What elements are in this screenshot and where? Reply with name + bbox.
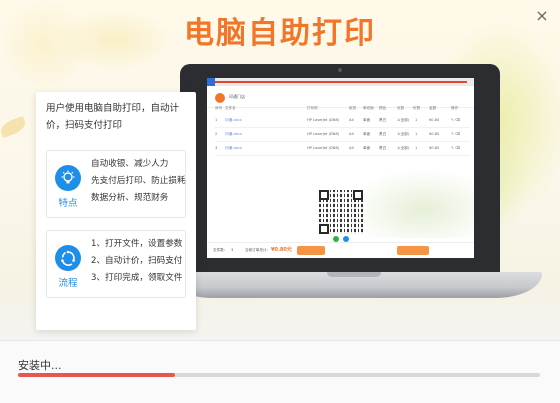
- edit-icon[interactable]: ✎ ⌫: [451, 146, 460, 150]
- side-mode: 单面: [363, 146, 371, 150]
- info-card: 用户使用电脑自助打印，自动计价，扫码支付打印 特点 自动收银、减少人力 先支付后…: [36, 92, 196, 330]
- features-list: 自动收银、减少人力 先支付后打印、防止损耗 数据分析、规范财务: [91, 156, 187, 207]
- progress-bar: [18, 373, 540, 377]
- screen-progress-bar: [207, 81, 467, 83]
- row-amount: ¥0.80: [429, 132, 440, 136]
- page-count: 1(全部): [397, 118, 410, 122]
- taskbar-icon: [207, 78, 215, 86]
- qr-code-icon: [319, 190, 363, 234]
- column-header: 单双面: [363, 106, 374, 110]
- table-row[interactable]: 2 印通.docx HP LaserJet (DN8) A4 单面 黑白 1(全…: [215, 128, 470, 142]
- screen-print-button[interactable]: [397, 246, 429, 255]
- process-line: 2、自动计价，扫码支付: [91, 256, 183, 266]
- table-row[interactable]: 1 印通.docx HP LaserJet (DN8) A4 单面 黑白 1(全…: [215, 114, 470, 128]
- app-logo-icon: [215, 93, 225, 103]
- paper-size: A4: [349, 146, 354, 150]
- feature-line: 先支付后打印、防止损耗: [91, 176, 186, 186]
- column-header: 金额: [429, 106, 437, 110]
- row-amount: ¥0.80: [429, 118, 440, 122]
- total-price: ¥0.80元: [271, 247, 292, 253]
- features-label: 特点: [58, 198, 78, 209]
- page-title: 电脑自助打印: [184, 16, 376, 51]
- paper-size: A4: [349, 118, 354, 122]
- printer-name: HP LaserJet (DN8): [307, 132, 340, 136]
- column-header: 纸张: [349, 106, 357, 110]
- process-list: 1、打开文件，设置参数 2、自动计价，扫码支付 3、打印完成，领取文件: [91, 236, 187, 287]
- copy-count: 1: [415, 118, 418, 122]
- total-label: 当前订单总计：: [245, 248, 271, 252]
- screen-order-bar: 文件数： 3 当前订单总计： ¥0.80元: [207, 242, 474, 258]
- column-header: 打印机: [307, 106, 318, 110]
- paper-size: A4: [349, 132, 354, 136]
- laptop-base: [166, 272, 542, 298]
- copy-count: 1: [415, 146, 418, 150]
- file-name: 印通.docx: [225, 146, 242, 150]
- column-header: 颜色: [379, 106, 387, 110]
- page-count: 1(全部): [397, 132, 410, 136]
- column-header: 份数: [413, 106, 421, 110]
- camera-dot: [338, 68, 342, 72]
- side-mode: 单面: [363, 118, 371, 122]
- feature-line: 自动收银、减少人力: [91, 159, 169, 169]
- screen-app-name: 印通门店: [229, 94, 245, 99]
- file-count: 3: [231, 248, 234, 252]
- lightbulb-icon: [55, 165, 81, 191]
- file-name: 印通.docx: [225, 132, 242, 136]
- side-mode: 单面: [363, 132, 371, 136]
- installer-window: × 电脑自助打印 印通门店 序号 文件名 打印机 纸张 单双面 颜色 页数 份数…: [0, 0, 560, 403]
- table-row[interactable]: 3 印通.docx HP LaserJet (DN8) A4 单面 黑白 1(全…: [215, 142, 470, 156]
- process-line: 3、打印完成，领取文件: [91, 273, 183, 283]
- process-line: 1、打开文件，设置参数: [91, 239, 183, 249]
- column-header: 操作: [451, 106, 459, 110]
- column-header: 文件名: [225, 106, 236, 110]
- card-intro-text: 用户使用电脑自助打印，自动计价，扫码支付打印: [46, 103, 180, 131]
- column-header: 页数: [397, 106, 405, 110]
- screen-taskbar: [207, 78, 474, 86]
- page-count: 1(全部): [397, 146, 410, 150]
- features-panel: 特点 自动收银、减少人力 先支付后打印、防止损耗 数据分析、规范财务: [46, 150, 186, 218]
- color-mode: 黑白: [379, 132, 387, 136]
- row-number: 3: [215, 146, 218, 150]
- leaf-decoration: [0, 115, 28, 139]
- screen-pay-button[interactable]: [297, 246, 325, 255]
- color-mode: 黑白: [379, 146, 387, 150]
- screen-table-header: 序号 文件名 打印机 纸张 单双面 颜色 页数 份数 金额 操作: [215, 106, 470, 112]
- laptop-screen: 印通门店 序号 文件名 打印机 纸张 单双面 颜色 页数 份数 金额 操作 1 …: [207, 78, 474, 258]
- copy-count: 1: [415, 132, 418, 136]
- row-number: 2: [215, 132, 218, 136]
- screen-background-decoration: [347, 168, 474, 238]
- edit-icon[interactable]: ✎ ⌫: [451, 118, 460, 122]
- column-header: 序号: [215, 106, 223, 110]
- printer-name: HP LaserJet (DN8): [307, 146, 340, 150]
- install-status: 安装中...: [18, 359, 62, 372]
- printer-name: HP LaserJet (DN8): [307, 118, 340, 122]
- edit-icon[interactable]: ✎ ⌫: [451, 132, 460, 136]
- process-label: 流程: [58, 278, 78, 289]
- row-amount: ¥0.80: [429, 146, 440, 150]
- file-name: 印通.docx: [225, 118, 242, 122]
- feature-line: 数据分析、规范财务: [91, 193, 169, 203]
- progress-fill: [18, 373, 175, 377]
- screen-app-header: [207, 86, 474, 108]
- laptop-notch: [327, 272, 381, 277]
- file-count-label: 文件数：: [213, 248, 228, 252]
- row-number: 1: [215, 118, 218, 122]
- install-footer: 安装中...: [0, 340, 560, 403]
- process-panel: 流程 1、打开文件，设置参数 2、自动计价，扫码支付 3、打印完成，领取文件: [46, 230, 186, 298]
- color-mode: 黑白: [379, 118, 387, 122]
- cycle-icon: [55, 245, 81, 271]
